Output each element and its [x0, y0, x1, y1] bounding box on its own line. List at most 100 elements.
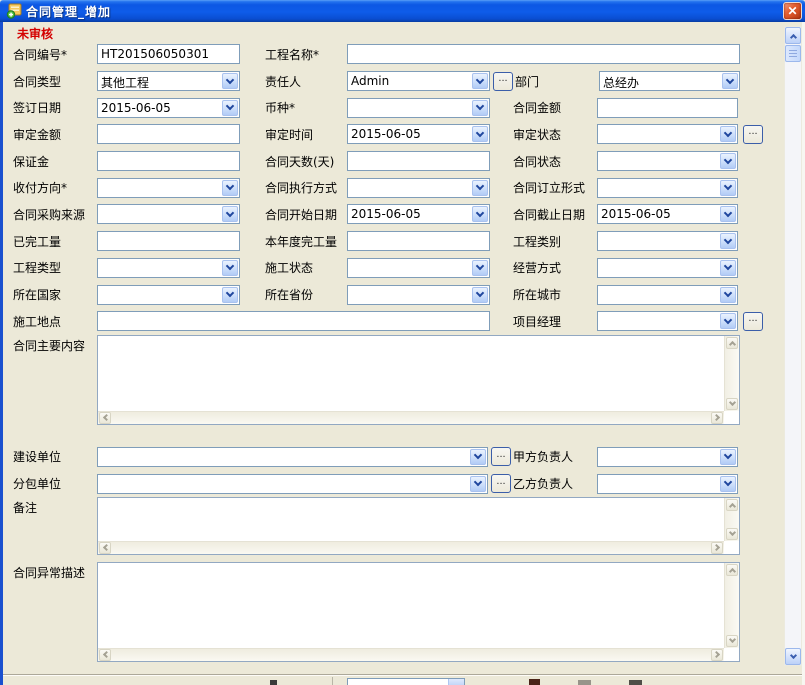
- payment-direction-field: 收付方向*: [13, 178, 240, 198]
- contract-type-select[interactable]: 其他工程: [97, 71, 240, 91]
- vertical-scrollbar[interactable]: [724, 498, 739, 541]
- dropdown-arrow-icon[interactable]: [222, 287, 238, 303]
- scroll-up-button[interactable]: [726, 337, 738, 349]
- scroll-down-button[interactable]: [726, 635, 738, 647]
- dropdown-arrow-icon[interactable]: [472, 126, 488, 142]
- scroll-right-button[interactable]: [711, 542, 723, 554]
- sign-date-select[interactable]: 2015-06-05: [97, 98, 240, 118]
- horizontal-scrollbar[interactable]: [98, 411, 724, 424]
- dropdown-arrow-icon[interactable]: [472, 100, 488, 116]
- close-icon: ✕: [787, 4, 797, 18]
- vertical-scrollbar[interactable]: [724, 336, 739, 411]
- scroll-right-button[interactable]: [711, 649, 723, 661]
- scroll-down-button[interactable]: [726, 528, 738, 540]
- close-button[interactable]: ✕: [783, 2, 802, 20]
- scroll-left-button[interactable]: [99, 542, 111, 554]
- dropdown-arrow-icon[interactable]: [222, 180, 238, 196]
- project-manager-browse-button[interactable]: ...: [743, 312, 763, 331]
- deposit-input[interactable]: [97, 151, 240, 171]
- formation-form-select[interactable]: [597, 178, 738, 198]
- currency-select[interactable]: [347, 98, 490, 118]
- year-completed-quantity-input[interactable]: [347, 231, 490, 251]
- dropdown-arrow-icon[interactable]: [472, 260, 488, 276]
- contract-main-content-textarea[interactable]: [97, 335, 740, 425]
- subcontract-unit-browse-button[interactable]: ...: [491, 474, 511, 493]
- dropdown-arrow-icon[interactable]: [222, 260, 238, 276]
- project-manager-select[interactable]: [597, 311, 738, 331]
- contract-days-input[interactable]: [347, 151, 490, 171]
- scroll-down-icon[interactable]: [785, 648, 801, 665]
- bottom-separator: [3, 674, 802, 676]
- horizontal-scrollbar[interactable]: [98, 541, 724, 554]
- down-arrow-icon: [226, 209, 234, 217]
- dropdown-arrow-icon[interactable]: [720, 260, 736, 276]
- scroll-left-button[interactable]: [99, 412, 111, 424]
- subcontract-unit-select[interactable]: [97, 474, 488, 494]
- contract-exception-desc-textarea[interactable]: [97, 562, 740, 662]
- responsible-person-select[interactable]: Admin: [347, 71, 490, 91]
- horizontal-scrollbar[interactable]: [98, 648, 724, 661]
- city-field: 所在城市: [490, 285, 738, 305]
- dropdown-arrow-icon[interactable]: [472, 73, 488, 89]
- remarks-textarea[interactable]: [97, 497, 740, 555]
- responsible-person-browse-button[interactable]: ...: [493, 72, 513, 91]
- party-a-manager-label: 甲方负责人: [513, 448, 597, 465]
- payment-direction-select[interactable]: [97, 178, 240, 198]
- window-title: 合同管理_增加: [26, 3, 111, 20]
- dropdown-arrow-icon[interactable]: [222, 100, 238, 116]
- party-a-manager-select[interactable]: [597, 447, 738, 467]
- project-type-select[interactable]: [97, 258, 240, 278]
- scroll-left-button[interactable]: [99, 649, 111, 661]
- construction-status-select[interactable]: [347, 258, 490, 278]
- contract-amount-input[interactable]: [597, 98, 738, 118]
- completed-quantity-input[interactable]: [97, 231, 240, 251]
- execution-method-select[interactable]: [347, 178, 490, 198]
- procurement-source-select[interactable]: [97, 204, 240, 224]
- scroll-up-icon[interactable]: [785, 27, 801, 44]
- scroll-up-button[interactable]: [726, 499, 738, 511]
- contract-no-input[interactable]: [97, 44, 240, 64]
- start-date-select[interactable]: 2015-06-05: [347, 204, 490, 224]
- scrollbar-thumb[interactable]: [785, 45, 801, 62]
- approval-status-select[interactable]: [597, 124, 738, 144]
- construction-unit-select[interactable]: [97, 447, 488, 467]
- dropdown-arrow-icon[interactable]: [222, 206, 238, 222]
- dropdown-arrow-icon[interactable]: [720, 206, 736, 222]
- window-vertical-scrollbar[interactable]: [784, 26, 802, 666]
- up-arrow-icon: [728, 503, 735, 510]
- dropdown-arrow-icon[interactable]: [472, 180, 488, 196]
- vertical-scrollbar[interactable]: [724, 563, 739, 648]
- dropdown-arrow-icon[interactable]: [472, 206, 488, 222]
- dropdown-arrow-icon[interactable]: [720, 180, 736, 196]
- department-select[interactable]: 总经办: [599, 71, 740, 91]
- construction-unit-browse-button[interactable]: ...: [491, 447, 511, 466]
- country-select[interactable]: [97, 285, 240, 305]
- scroll-down-button[interactable]: [726, 398, 738, 410]
- party-b-manager-select[interactable]: [597, 474, 738, 494]
- dropdown-arrow-icon[interactable]: [722, 73, 738, 89]
- dropdown-arrow-icon[interactable]: [720, 476, 736, 492]
- approved-amount-input[interactable]: [97, 124, 240, 144]
- city-select[interactable]: [597, 285, 738, 305]
- end-date-select[interactable]: 2015-06-05: [597, 204, 738, 224]
- dropdown-arrow-icon[interactable]: [720, 313, 736, 329]
- dropdown-arrow-icon[interactable]: [470, 449, 486, 465]
- scroll-up-button[interactable]: [726, 564, 738, 576]
- construction-site-input[interactable]: [97, 311, 490, 331]
- dropdown-arrow-icon[interactable]: [720, 126, 736, 142]
- dropdown-arrow-icon[interactable]: [222, 73, 238, 89]
- dropdown-arrow-icon[interactable]: [720, 287, 736, 303]
- dropdown-arrow-icon[interactable]: [720, 233, 736, 249]
- approval-time-select[interactable]: 2015-06-05: [347, 124, 490, 144]
- dropdown-arrow-icon[interactable]: [472, 287, 488, 303]
- contract-status-select[interactable]: [597, 151, 738, 171]
- project-name-input[interactable]: [347, 44, 740, 64]
- dropdown-arrow-icon[interactable]: [720, 449, 736, 465]
- dropdown-arrow-icon[interactable]: [470, 476, 486, 492]
- approval-status-browse-button[interactable]: ...: [743, 125, 763, 144]
- operation-mode-select[interactable]: [597, 258, 738, 278]
- dropdown-arrow-icon[interactable]: [720, 153, 736, 169]
- project-category-select[interactable]: [597, 231, 738, 251]
- scroll-right-button[interactable]: [711, 412, 723, 424]
- province-select[interactable]: [347, 285, 490, 305]
